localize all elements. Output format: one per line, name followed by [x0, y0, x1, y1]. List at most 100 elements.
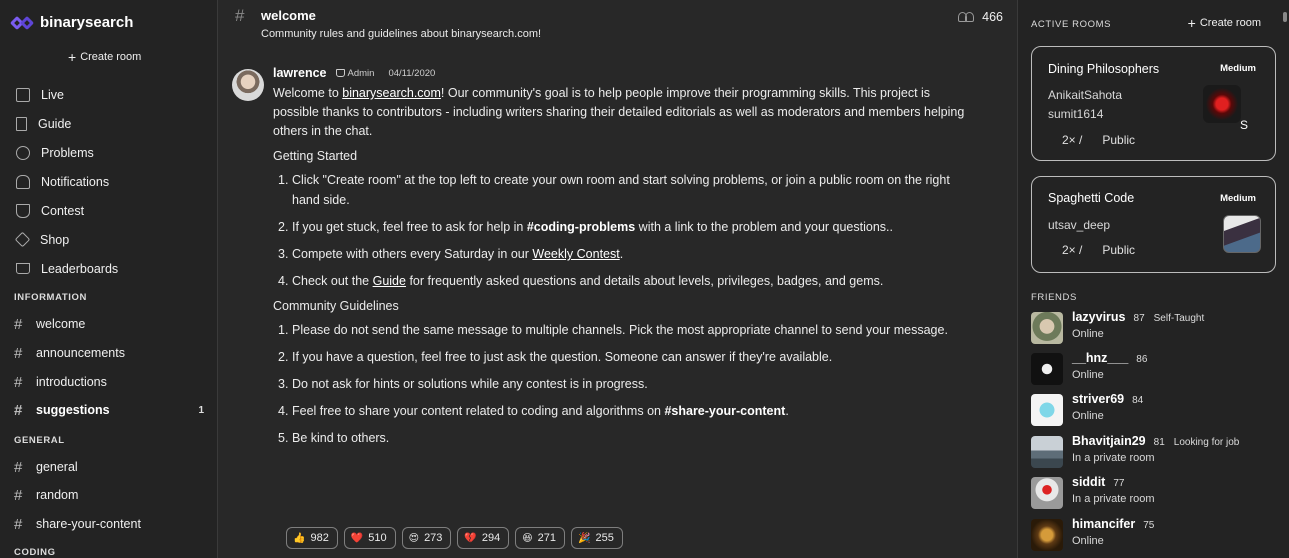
avatar: [1031, 477, 1063, 509]
nav-shop[interactable]: Shop: [0, 225, 217, 254]
list-item-text: Click "Create room" at the top left to c…: [292, 173, 950, 207]
friend-tag: Looking for job: [1173, 437, 1240, 448]
nav-notifications[interactable]: Notifications: [0, 167, 217, 196]
brand-logo-icon: [9, 12, 36, 32]
friend-name-row: siddit 77: [1072, 475, 1124, 489]
channel-suggestions[interactable]: # suggestions 1: [14, 400, 206, 420]
avatar: [1031, 436, 1063, 468]
nav-leaderboards[interactable]: Leaderboards: [0, 254, 217, 283]
hash-icon: #: [14, 401, 23, 419]
tag-icon: [14, 231, 31, 248]
channel-general[interactable]: # general: [14, 457, 206, 477]
crown-icon: [16, 263, 30, 274]
guide-link[interactable]: Guide: [373, 274, 406, 288]
friend-name: lazyvirus: [1072, 310, 1126, 324]
friend-item[interactable]: lazyvirus 87 Self-Taught Online: [1031, 310, 1281, 346]
reaction-broken-heart[interactable]: 💔 294: [457, 527, 510, 549]
channel-mention[interactable]: #share-your-content: [664, 404, 785, 418]
reaction-laugh[interactable]: 😆 271: [515, 527, 566, 549]
channel-name: general: [36, 460, 78, 474]
reaction-thumbs-up[interactable]: 👍 982: [286, 527, 338, 549]
right-panel: ACTIVE ROOMS + Create room Dining Philos…: [1017, 0, 1289, 558]
friend-item[interactable]: __hnz___ 86 Online: [1031, 351, 1281, 387]
nav-guide[interactable]: Guide: [0, 109, 217, 138]
weekly-contest-link[interactable]: Weekly Contest: [532, 247, 619, 261]
channel-welcome[interactable]: # welcome: [14, 314, 206, 334]
brand[interactable]: binarysearch: [9, 10, 133, 34]
main-nav: Live Guide Problems Notifications Contes…: [0, 80, 217, 283]
create-room-button[interactable]: + Create room: [68, 50, 141, 64]
channel-name: share-your-content: [36, 517, 141, 531]
friends-label: FRIENDS: [1031, 292, 1077, 303]
hash-icon: #: [14, 486, 23, 504]
reaction-party[interactable]: 🎉 255: [571, 527, 623, 549]
nav-label: Notifications: [41, 174, 110, 189]
friend-status: Online: [1072, 328, 1104, 340]
reaction-heart-eyes[interactable]: 😍 273: [401, 527, 452, 549]
scrollbar[interactable]: [1283, 12, 1287, 22]
friend-item[interactable]: Bhavitjain29 81 Looking for job In a priva…: [1031, 434, 1281, 470]
list-item-text: .: [619, 247, 624, 261]
people-icon: [958, 11, 976, 23]
nav-live[interactable]: Live: [0, 80, 217, 109]
admin-badge: Admin: [335, 68, 374, 79]
nav-label: Guide: [38, 116, 72, 131]
friend-item[interactable]: striver69 84 Online: [1031, 392, 1281, 428]
avatar: [1031, 519, 1063, 551]
friend-name: Bhavitjain29: [1072, 434, 1146, 448]
avatar[interactable]: [232, 69, 264, 101]
avatar: [1223, 215, 1261, 253]
reaction-count: 271: [537, 532, 557, 544]
list-item-text: Feel free to share your content related …: [292, 404, 665, 418]
channel-topic: Community rules and guidelines about bin…: [261, 28, 542, 40]
channel-introductions[interactable]: # introductions: [14, 372, 206, 392]
create-room-label: Create room: [80, 51, 142, 63]
hash-icon: #: [14, 315, 23, 333]
list-item-text: If you have a question, feel free to jus…: [292, 350, 833, 364]
globe-icon: [16, 145, 30, 160]
list-item: 1. Please do not send the same message to…: [278, 323, 948, 337]
member-count-value: 466: [982, 10, 1003, 24]
room-speed: 2×: [1062, 133, 1076, 147]
message-date: 04/11/2020: [388, 67, 436, 79]
list-item: 5. Be kind to others.: [278, 431, 390, 445]
nav-contest[interactable]: Contest: [0, 196, 217, 225]
member-count[interactable]: 466: [958, 10, 1003, 24]
room-visibility: Public: [1102, 243, 1136, 257]
plus-icon: +: [1187, 15, 1196, 31]
site-link[interactable]: binarysearch.com: [342, 86, 441, 100]
reaction-heart[interactable]: ❤️ 510: [343, 527, 396, 549]
room-card[interactable]: Spaghetti Code Medium utsav_deep 2× / Pub…: [1031, 176, 1276, 273]
guidelines-list: 1. Please do not send the same message to…: [273, 320, 973, 448]
left-sidebar: binarysearch + Create room Live Guide Pr…: [0, 0, 218, 558]
room-user: AnikaitSahota: [1048, 88, 1123, 102]
getting-started-list: 1. Click "Create room" at the top left to…: [273, 170, 973, 291]
list-item: 2. If you have a question, feel free to j…: [278, 350, 833, 364]
heart-eyes-icon: 😍: [408, 532, 420, 544]
message-author[interactable]: lawrence: [273, 66, 327, 80]
message-body: Welcome to binarysearch.com! Our communi…: [273, 84, 973, 455]
friend-level: 81: [1153, 437, 1165, 448]
avatar: [1031, 312, 1063, 344]
friend-level: 87: [1133, 313, 1145, 324]
channel-announcements[interactable]: # announcements: [14, 343, 206, 363]
list-item: 2. If you get stuck, feel free to ask for…: [278, 220, 893, 234]
guidelines-heading: Community Guidelines: [273, 299, 399, 313]
friend-status: In a private room: [1072, 452, 1155, 464]
friend-item[interactable]: siddit 77 In a private room: [1031, 475, 1281, 511]
channel-share-your-content[interactable]: # share-your-content: [14, 514, 206, 534]
list-item: 4. Feel free to share your content relate…: [278, 404, 789, 418]
nav-label: Live: [41, 87, 64, 102]
general-section-label: GENERAL: [14, 435, 65, 446]
nav-problems[interactable]: Problems: [0, 138, 217, 167]
reaction-count: 255: [595, 532, 614, 544]
friend-item[interactable]: himancifer 75 Online: [1031, 517, 1281, 553]
channel-random[interactable]: # random: [14, 485, 206, 505]
friend-name: siddit: [1072, 475, 1106, 489]
room-card[interactable]: Dining Philosophers Medium AnikaitSahota…: [1031, 46, 1276, 161]
heart-icon: ❤️: [350, 532, 364, 544]
channel-mention[interactable]: #coding-problems: [527, 220, 635, 234]
hash-icon: #: [14, 458, 23, 476]
room-visibility: Public: [1102, 133, 1136, 147]
create-room-button[interactable]: + Create room: [1188, 16, 1261, 30]
